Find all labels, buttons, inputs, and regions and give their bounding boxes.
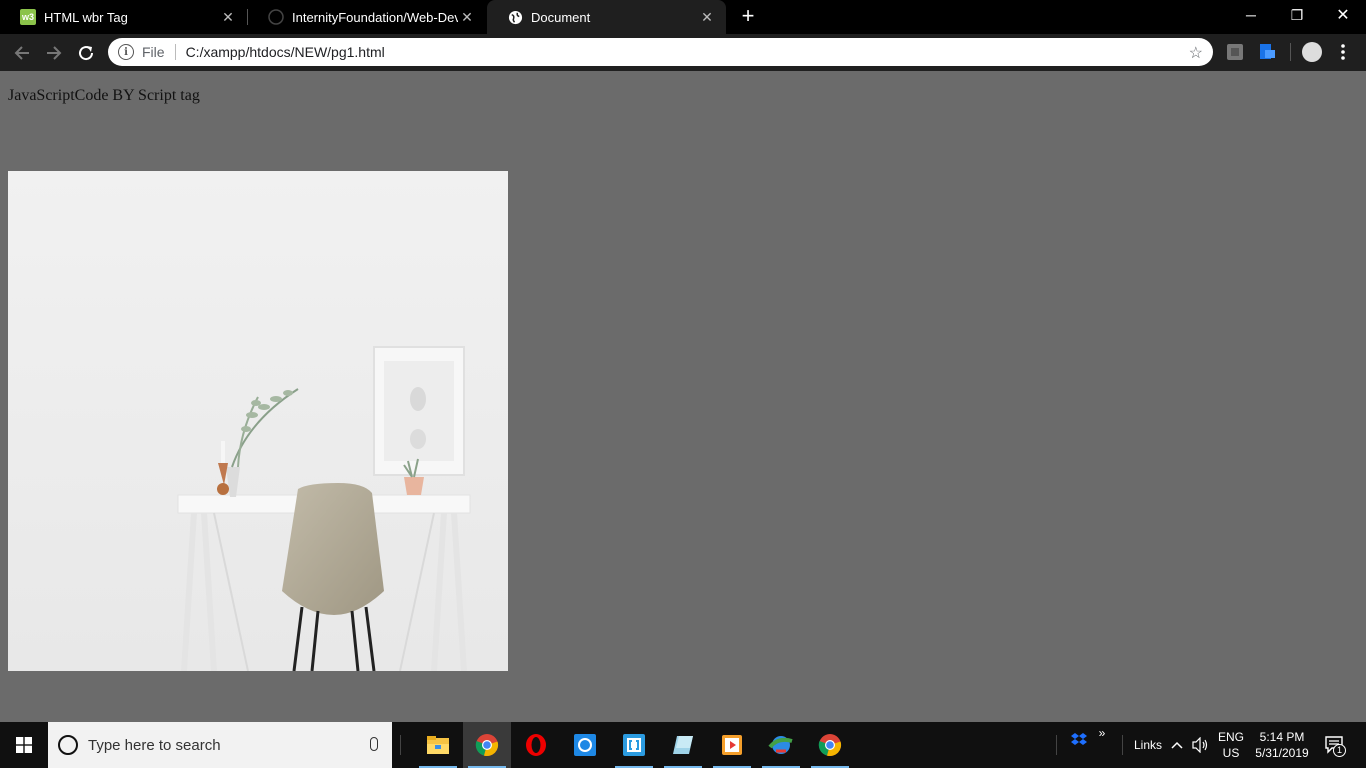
region-code: US [1222,746,1240,760]
clock-time: 5:14 PM [1259,730,1305,744]
address-bar[interactable]: i File C:/xampp/htdocs/NEW/pg1.html ☆ [108,38,1213,66]
clock[interactable]: 5:14 PM 5/31/2019 [1250,722,1314,768]
toolbar-separator [1290,43,1291,61]
globe-icon [507,9,523,25]
tab-html-wbr-tag[interactable]: w3 HTML wbr Tag ✕ [0,0,247,34]
show-hidden-icons-chevron-icon[interactable] [1168,722,1186,768]
page-text: JavaScriptCode BY Script tag [8,87,200,104]
bookmark-star-icon[interactable]: ☆ [1189,43,1203,63]
info-icon[interactable]: i [118,44,134,60]
extension-icon[interactable] [1226,43,1244,61]
search-placeholder: Type here to search [88,736,221,754]
github-icon [268,9,284,25]
profile-avatar[interactable] [1302,42,1322,62]
reload-icon [79,46,94,61]
action-center-icon[interactable]: 1 [1320,722,1350,768]
tab-title: InternityFoundation/Web-Dev-Su [292,9,458,25]
page-content: JavaScriptCode BY Script tag [0,71,1366,722]
new-tab-button[interactable]: + [737,5,759,28]
tray-separator [1122,735,1123,755]
bracket-app-icon[interactable] [610,722,658,768]
menu-kebab-icon[interactable] [1337,43,1349,61]
minimize-button[interactable]: ─ [1228,0,1274,30]
w3schools-icon: w3 [20,9,36,25]
windows-logo-icon [16,737,32,753]
tab-title: Document [531,9,591,25]
close-icon[interactable]: ✕ [698,8,716,26]
sync-app-icon[interactable] [561,722,609,768]
desk-photo [8,171,508,671]
tab-strip: w3 HTML wbr Tag ✕ InternityFoundation/We… [0,0,1366,34]
browser-toolbar: i File C:/xampp/htdocs/NEW/pg1.html ☆ [0,34,1366,71]
tab-internity-foundation[interactable]: InternityFoundation/Web-Dev-Su ✕ [248,0,486,34]
language-code: ENG [1217,730,1244,744]
chrome-icon[interactable] [463,722,511,768]
close-icon[interactable]: ✕ [458,8,476,26]
reload-button[interactable] [73,40,99,66]
links-toolbar[interactable]: Links [1130,722,1166,768]
notes-app-icon[interactable] [659,722,707,768]
download-manager-icon[interactable] [757,722,805,768]
opera-icon[interactable] [512,722,560,768]
address-url: C:/xampp/htdocs/NEW/pg1.html [185,44,385,60]
clock-date: 5/31/2019 [1255,746,1309,760]
taskbar-search[interactable]: Type here to search [48,722,392,768]
address-scheme: File [142,44,165,60]
extension-docs-icon[interactable] [1258,43,1276,61]
arrow-left-icon [14,46,29,60]
media-player-icon[interactable] [708,722,756,768]
microphone-icon[interactable] [370,737,378,751]
chrome-second-icon[interactable] [806,722,854,768]
file-explorer-icon[interactable] [414,722,462,768]
dropbox-icon[interactable] [1068,716,1090,762]
close-window-button[interactable]: ✕ [1320,0,1366,30]
volume-icon[interactable] [1190,722,1212,768]
arrow-right-icon [47,46,62,60]
address-divider [174,44,176,60]
tab-document[interactable]: Document ✕ [487,0,726,34]
taskbar: Type here to search » Links ENG US 5:14 … [0,722,1366,768]
back-button[interactable] [9,40,35,66]
tab-title: HTML wbr Tag [44,9,128,25]
cortana-icon [58,735,78,755]
tray-separator [1056,735,1057,755]
notification-badge: 1 [1333,744,1346,757]
start-button[interactable] [0,722,48,768]
forward-button[interactable] [41,40,67,66]
close-icon[interactable]: ✕ [219,8,237,26]
input-language[interactable]: ENG US [1214,722,1248,768]
overflow-chevron-icon[interactable]: » [1094,710,1110,756]
restore-button[interactable]: ❐ [1274,0,1320,30]
taskbar-separator [400,735,401,755]
